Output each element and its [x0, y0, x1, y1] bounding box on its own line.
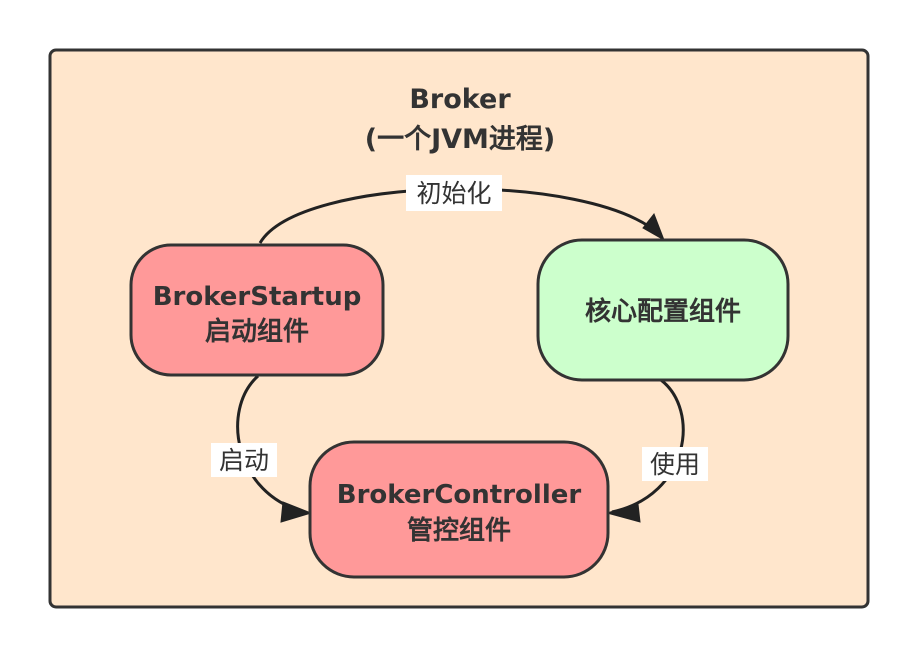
node-broker-controller-title: BrokerController — [337, 480, 582, 510]
node-broker-controller-subtitle: 管控组件 — [407, 515, 511, 546]
edge-init-label: 初始化 — [416, 179, 491, 208]
container-title: Broker — [409, 84, 511, 115]
container-subtitle: (一个JVM进程) — [365, 124, 556, 155]
broker-architecture-diagram: Broker (一个JVM进程) 初始化 启动 使用 BrokerStartup… — [48, 48, 870, 609]
node-broker-startup-title: BrokerStartup — [153, 282, 362, 312]
edge-start-label: 启动 — [219, 446, 269, 475]
node-core-config-title: 核心配置组件 — [585, 296, 741, 327]
node-broker-startup-subtitle: 启动组件 — [205, 316, 309, 347]
edge-use-label: 使用 — [650, 450, 700, 479]
